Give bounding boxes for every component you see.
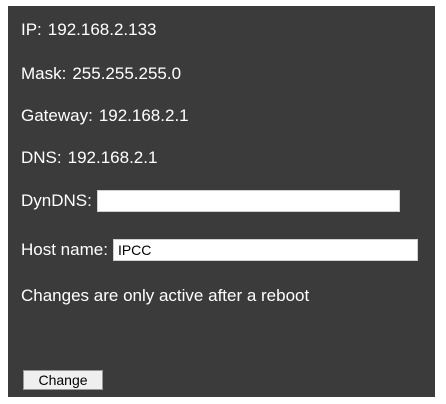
hostname-row: Host name: [21,239,418,261]
ip-value: 192.168.2.133 [47,20,157,39]
gateway-row: Gateway: 192.168.2.1 [21,105,189,127]
reboot-notice: Changes are only active after a reboot [21,285,309,307]
dyndns-input[interactable] [96,190,400,212]
dns-value: 192.168.2.1 [67,148,158,167]
ip-row: IP: 192.168.2.133 [21,19,157,41]
ip-label: IP: [21,20,42,39]
hostname-label: Host name: [21,240,108,259]
dns-label: DNS: [21,148,62,167]
dyndns-label: DynDNS: [21,191,92,210]
mask-label: Mask: [21,64,67,83]
gateway-value: 192.168.2.1 [98,106,189,125]
dyndns-row: DynDNS: [21,190,400,212]
dns-row: DNS: 192.168.2.1 [21,147,157,169]
gateway-label: Gateway: [21,106,93,125]
hostname-input[interactable] [112,239,418,261]
change-button[interactable]: Change [23,370,103,390]
mask-row: Mask: 255.255.255.0 [21,63,181,85]
reboot-notice-text: Changes are only active after a reboot [21,286,310,305]
network-settings-panel: IP: 192.168.2.133 Mask: 255.255.255.0 Ga… [8,6,435,397]
mask-value: 255.255.255.0 [72,64,182,83]
